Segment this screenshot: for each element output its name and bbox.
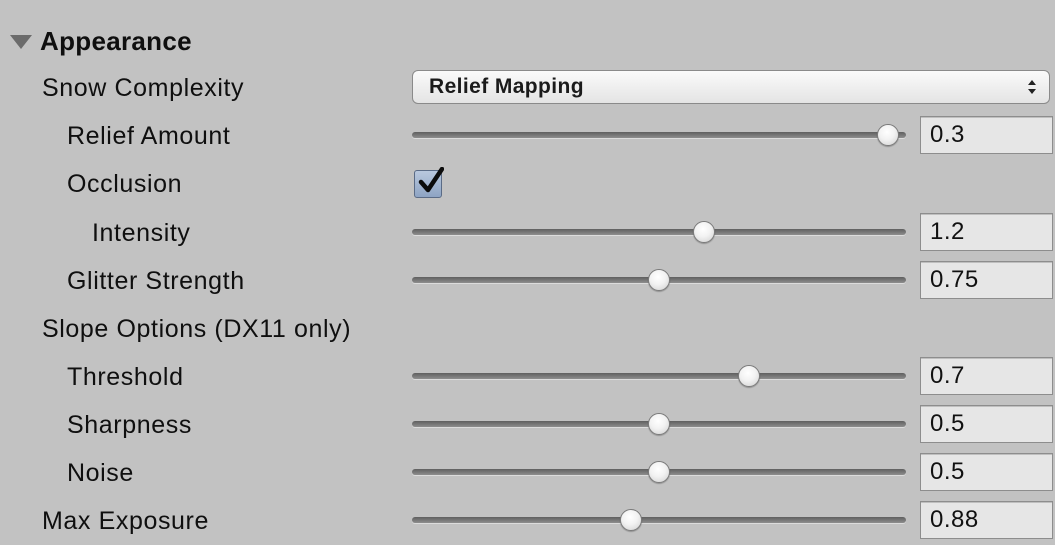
intensity-field[interactable]: 1.2 xyxy=(920,213,1053,251)
max-exposure-field[interactable]: 0.88 xyxy=(920,501,1053,539)
row-noise: Noise 0.5 xyxy=(0,449,1055,497)
sharpness-field[interactable]: 0.5 xyxy=(920,405,1053,443)
sharpness-slider[interactable] xyxy=(412,401,906,449)
inspector-panel: Appearance Snow Complexity Relief Mappin… xyxy=(0,0,1055,542)
slider-thumb[interactable] xyxy=(648,413,670,435)
row-relief-amount: Relief Amount 0.3 xyxy=(0,112,1055,160)
slider-thumb[interactable] xyxy=(648,461,670,483)
glitter-strength-slider[interactable] xyxy=(412,257,906,305)
row-occlusion: Occlusion xyxy=(0,160,1055,208)
slider-track[interactable] xyxy=(412,132,906,138)
noise-slider[interactable] xyxy=(412,449,906,497)
occlusion-checkbox[interactable] xyxy=(414,167,444,198)
noise-label: Noise xyxy=(67,459,134,487)
relief-amount-field[interactable]: 0.3 xyxy=(920,116,1053,154)
glitter-strength-field[interactable]: 0.75 xyxy=(920,261,1053,299)
intensity-label: Intensity xyxy=(92,219,191,247)
up-down-arrows-icon xyxy=(1028,80,1036,94)
row-max-exposure: Max Exposure 0.88 xyxy=(0,497,1055,545)
snow-complexity-label: Snow Complexity xyxy=(42,74,245,102)
sharpness-label: Sharpness xyxy=(67,411,192,439)
row-threshold: Threshold 0.7 xyxy=(0,353,1055,401)
section-title: Appearance xyxy=(40,25,192,56)
slider-track[interactable] xyxy=(412,517,906,523)
slider-thumb[interactable] xyxy=(876,124,899,146)
threshold-field[interactable]: 0.7 xyxy=(920,357,1053,395)
max-exposure-label: Max Exposure xyxy=(42,507,209,535)
max-exposure-slider[interactable] xyxy=(412,497,906,545)
slider-track[interactable] xyxy=(412,373,906,379)
slider-thumb[interactable] xyxy=(648,269,670,291)
slider-track[interactable] xyxy=(412,229,906,235)
row-sharpness: Sharpness 0.5 xyxy=(0,401,1055,449)
threshold-label: Threshold xyxy=(67,363,184,391)
intensity-slider[interactable] xyxy=(412,209,906,257)
row-snow-complexity: Snow Complexity Relief Mapping xyxy=(0,64,1055,112)
relief-amount-label: Relief Amount xyxy=(67,122,231,150)
appearance-foldout[interactable]: Appearance xyxy=(10,20,192,62)
threshold-slider[interactable] xyxy=(412,353,906,401)
foldout-expanded-icon[interactable] xyxy=(10,35,32,49)
row-slope-options: Slope Options (DX11 only) xyxy=(0,305,1055,353)
snow-complexity-dropdown[interactable]: Relief Mapping xyxy=(412,70,1050,104)
relief-amount-slider[interactable] xyxy=(412,112,906,160)
row-intensity: Intensity 1.2 xyxy=(0,209,1055,257)
row-glitter-strength: Glitter Strength 0.75 xyxy=(0,257,1055,305)
glitter-strength-label: Glitter Strength xyxy=(67,267,245,295)
checkmark-icon xyxy=(418,167,444,193)
occlusion-label: Occlusion xyxy=(67,170,183,198)
slider-thumb[interactable] xyxy=(737,365,760,387)
slider-thumb[interactable] xyxy=(692,221,715,243)
slider-thumb[interactable] xyxy=(619,509,642,531)
noise-field[interactable]: 0.5 xyxy=(920,453,1053,491)
slope-options-label: Slope Options (DX11 only) xyxy=(42,315,352,343)
snow-complexity-value: Relief Mapping xyxy=(429,75,584,98)
